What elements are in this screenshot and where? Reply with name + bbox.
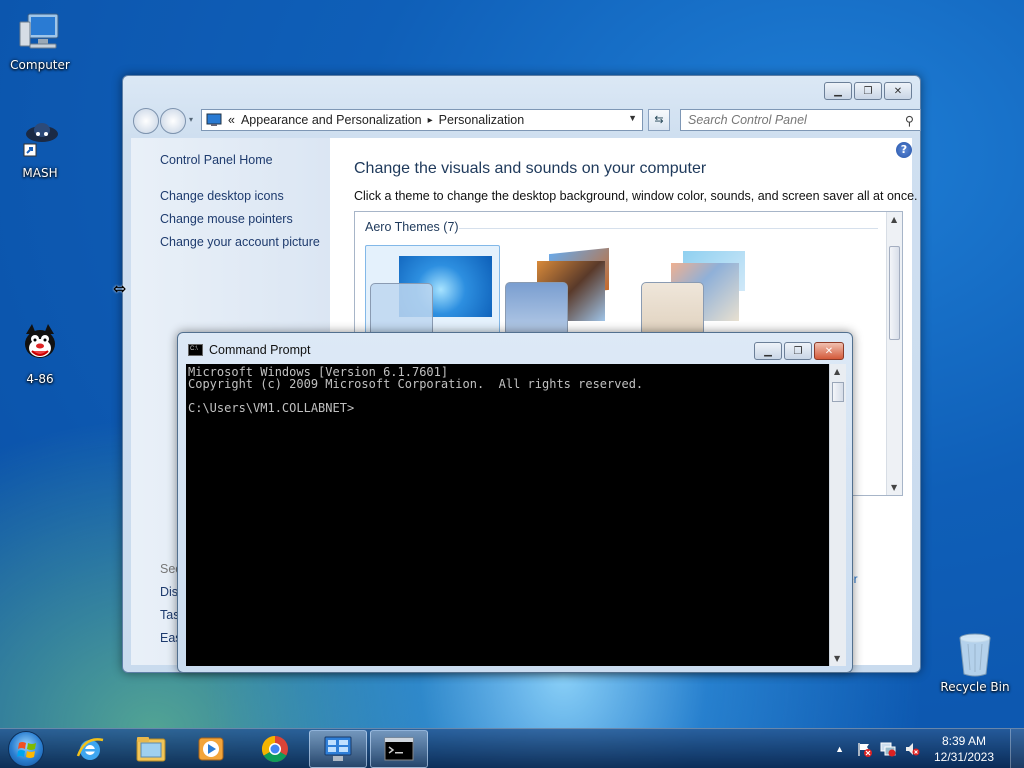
windows-explorer-icon: [136, 737, 166, 762]
desktop-icon-label: 4-86: [26, 372, 54, 386]
control-panel-icon: [206, 113, 222, 126]
theme-characters[interactable]: [637, 245, 772, 336]
navigation-bar: ▾ « Appearance and Personalization ▸ Per…: [131, 106, 921, 134]
command-prompt-icon: C:\: [188, 344, 203, 356]
theme-list-scrollbar[interactable]: ▲ ▼: [886, 212, 902, 495]
taskbar: ▲ 8:39 AM 12/31/2023: [0, 728, 1024, 768]
minimize-button[interactable]: ▁: [754, 342, 782, 360]
page-description: Click a theme to change the desktop back…: [354, 189, 918, 203]
desktop-icon-label: Recycle Bin: [940, 680, 1010, 694]
search-placeholder: Search Control Panel: [688, 113, 807, 127]
desktop-icon-computer[interactable]: Computer: [0, 8, 80, 72]
maximize-button[interactable]: ❐: [784, 342, 812, 360]
system-tray: ▲ 8:39 AM 12/31/2023: [835, 729, 1024, 768]
console-prompt[interactable]: C:\Users\VM1.COLLABNET>: [188, 402, 827, 414]
network-icon[interactable]: [880, 741, 896, 757]
maximize-button[interactable]: ❐: [854, 82, 882, 100]
taskbar-windows-explorer[interactable]: [128, 730, 174, 768]
mash-shortcut-icon: [16, 116, 64, 164]
chrome-icon: [261, 735, 288, 763]
taskbar-internet-explorer[interactable]: [67, 730, 113, 768]
scroll-down-icon[interactable]: ▼: [891, 483, 897, 492]
recent-pages-chevron-icon[interactable]: ▾: [189, 115, 193, 124]
scroll-up-icon[interactable]: ▲: [834, 367, 840, 376]
console-output[interactable]: Microsoft Windows [Version 6.1.7601] Copy…: [186, 364, 829, 666]
recycle-bin-icon: [951, 630, 999, 678]
media-player-icon: [198, 737, 224, 761]
desktop-icon-mash[interactable]: MASH: [0, 116, 80, 180]
scrollbar-thumb[interactable]: [889, 246, 900, 340]
start-button[interactable]: [8, 731, 44, 767]
action-center-flag-icon[interactable]: [856, 741, 872, 757]
theme-color-swatch: [370, 283, 433, 337]
scroll-up-icon[interactable]: ▲: [891, 215, 897, 224]
desktop-icon-label: MASH: [22, 166, 58, 180]
cartoon-cat-icon: [16, 322, 64, 370]
clock-time: 8:39 AM: [941, 734, 987, 748]
scroll-down-icon[interactable]: ▼: [834, 654, 840, 663]
clock[interactable]: 8:39 AM 12/31/2023: [924, 733, 1004, 765]
clock-date: 12/31/2023: [933, 750, 995, 764]
desktop-icon-recycle-bin[interactable]: Recycle Bin: [935, 630, 1015, 694]
close-button[interactable]: ✕: [884, 82, 912, 100]
window-controls: ▁ ❐ ✕: [824, 82, 912, 100]
theme-group-header: Aero Themes (7): [365, 220, 459, 234]
desktop-icon-4-86[interactable]: 4-86: [0, 322, 80, 386]
control-panel-icon: [324, 736, 352, 761]
back-button[interactable]: [133, 108, 159, 134]
theme-architecture[interactable]: [501, 245, 636, 336]
taskbar-chrome[interactable]: [252, 730, 298, 768]
taskbar-media-player[interactable]: [188, 730, 234, 768]
theme-windows-7[interactable]: [365, 245, 500, 337]
breadcrumb-personalization[interactable]: Personalization: [439, 113, 524, 127]
title-bar[interactable]: C:\ Command Prompt: [188, 343, 310, 357]
resize-cursor-icon: ⇔: [113, 279, 127, 298]
forward-button[interactable]: [160, 108, 186, 134]
page-title: Change the visuals and sounds on your co…: [354, 160, 707, 177]
command-prompt-window[interactable]: C:\ Command Prompt ▁ ❐ ✕ Microsoft Windo…: [177, 332, 853, 673]
internet-explorer-icon: [76, 738, 104, 760]
show-desktop-button[interactable]: [1010, 729, 1024, 768]
theme-color-swatch: [641, 282, 704, 336]
refresh-button[interactable]: ⇆: [648, 109, 670, 131]
desktop-icon-label: Computer: [10, 58, 70, 72]
windows-logo-icon: [17, 742, 36, 758]
minimize-button[interactable]: ▁: [824, 82, 852, 100]
control-panel-home-link[interactable]: Control Panel Home: [160, 153, 273, 167]
window-controls: ▁ ❐ ✕: [754, 342, 844, 360]
close-button[interactable]: ✕: [814, 342, 844, 360]
window-title: Command Prompt: [209, 343, 311, 357]
command-prompt-icon: [384, 737, 414, 761]
taskbar-control-panel[interactable]: [309, 730, 367, 768]
computer-icon: [16, 8, 64, 56]
theme-color-swatch: [505, 282, 568, 336]
scrollbar-thumb[interactable]: [832, 382, 844, 402]
search-input[interactable]: Search Control Panel ⚲: [680, 109, 921, 131]
taskbar-command-prompt[interactable]: [370, 730, 428, 768]
breadcrumb-separator[interactable]: ▸: [428, 115, 433, 126]
search-icon[interactable]: ⚲: [905, 113, 914, 128]
console-line: Copyright (c) 2009 Microsoft Corporation…: [188, 377, 644, 391]
group-divider: [459, 228, 878, 229]
change-mouse-pointers-link[interactable]: Change mouse pointers: [160, 212, 293, 226]
change-desktop-icons-link[interactable]: Change desktop icons: [160, 189, 284, 203]
breadcrumb-appearance[interactable]: Appearance and Personalization: [241, 113, 422, 127]
change-account-picture-link[interactable]: Change your account picture: [160, 235, 320, 249]
address-bar[interactable]: « Appearance and Personalization ▸ Perso…: [201, 109, 643, 131]
breadcrumb-chevrons[interactable]: «: [228, 113, 235, 127]
help-icon[interactable]: ?: [896, 142, 912, 158]
console-scrollbar[interactable]: ▲ ▼: [829, 364, 846, 666]
address-dropdown-icon[interactable]: ▼: [628, 113, 637, 123]
show-hidden-icons-icon[interactable]: ▲: [835, 744, 844, 754]
volume-muted-icon[interactable]: [904, 741, 920, 757]
